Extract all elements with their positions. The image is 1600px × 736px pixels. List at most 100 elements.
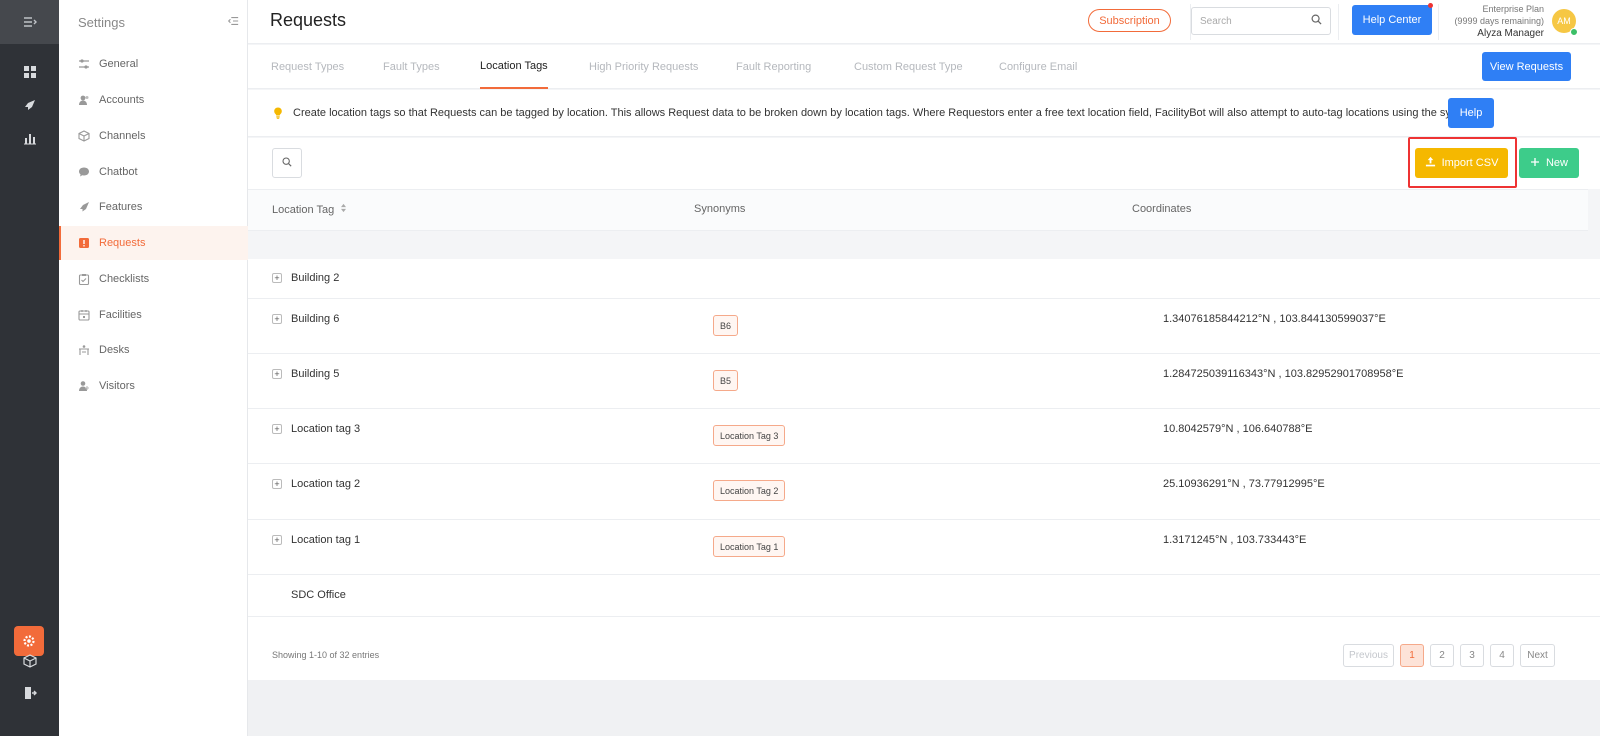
coordinates-value: 10.8042579°N , 106.640788°E (1163, 423, 1313, 435)
pagination-previous[interactable]: Previous (1343, 644, 1394, 667)
rocket-icon (78, 201, 90, 213)
sidebar-item-facilities[interactable]: Facilities (59, 298, 248, 332)
sidebar-title: Settings (78, 14, 125, 30)
import-csv-label: Import CSV (1441, 157, 1499, 169)
pagination-page-3[interactable]: 3 (1460, 644, 1484, 667)
sidebar-item-label: Requests (99, 237, 146, 249)
sidebar-item-requests[interactable]: Requests (59, 226, 248, 260)
pagination-page-1[interactable]: 1 (1400, 644, 1424, 667)
tab-request-types[interactable]: Request Types (271, 45, 344, 89)
settings-gear-icon[interactable] (14, 626, 44, 656)
dashboard-icon[interactable] (0, 64, 59, 80)
online-status-dot (1570, 28, 1578, 36)
sidebar-item-channels[interactable]: Channels (59, 119, 248, 153)
cube-icon[interactable] (0, 653, 59, 669)
pagination-next[interactable]: Next (1520, 644, 1555, 667)
subscription-button[interactable]: Subscription (1088, 9, 1171, 32)
plan-name: Enterprise Plan (1482, 4, 1544, 14)
column-header-label: Location Tag (272, 203, 335, 216)
alert-box-icon (78, 237, 90, 249)
sliders-icon (78, 58, 90, 70)
sidebar-item-label: Desks (99, 344, 130, 356)
location-tag-name: Building 2 (291, 272, 340, 284)
expand-row-icon[interactable]: + (272, 535, 282, 545)
settings-tabs: Request Types Fault Types Location Tags … (248, 45, 1600, 89)
location-tag-name: Location tag 1 (291, 534, 361, 546)
sidebar-item-visitors[interactable]: Visitors (59, 369, 248, 403)
location-tag-name: Building 6 (291, 313, 340, 325)
search-icon (282, 156, 292, 170)
clipboard-icon (78, 273, 90, 285)
table-row[interactable]: + Building 2 (248, 259, 1600, 299)
sidebar-item-checklists[interactable]: Checklists (59, 262, 248, 296)
sort-icon[interactable] (340, 203, 347, 216)
column-header-coordinates: Coordinates (1132, 203, 1192, 215)
sidebar-item-label: Visitors (99, 380, 135, 392)
expand-row-icon[interactable]: + (272, 369, 282, 379)
logout-icon[interactable] (0, 685, 59, 701)
table-row[interactable]: + Location tag 2 Location Tag 2 25.10936… (248, 464, 1600, 520)
table-row[interactable]: + Building 5 B5 1.284725039116343°N , 10… (248, 354, 1600, 409)
expand-row-icon[interactable]: + (272, 273, 282, 283)
collapse-sidebar-icon[interactable] (227, 14, 239, 30)
location-tag-name: Location tag 2 (291, 478, 361, 490)
sidebar-item-features[interactable]: Features (59, 190, 248, 224)
requests-rocket-icon[interactable] (0, 97, 59, 113)
sidebar-item-general[interactable]: General (59, 47, 248, 81)
plan-remaining: (9999 days remaining) (1454, 16, 1544, 26)
synonym-tag: Location Tag 3 (713, 425, 786, 446)
table-row[interactable]: + Location tag 3 Location Tag 3 10.80425… (248, 409, 1600, 464)
search-placeholder: Search (1200, 15, 1232, 27)
tab-high-priority-requests[interactable]: High Priority Requests (589, 45, 698, 89)
column-header-synonyms: Synonyms (694, 203, 746, 215)
sidebar-item-label: Channels (99, 130, 146, 142)
search-input[interactable]: Search (1191, 7, 1331, 35)
new-button[interactable]: New (1519, 148, 1579, 178)
synonym-tag: B5 (713, 370, 739, 391)
table-header: Location Tag Synonyms Coordinates (248, 189, 1588, 231)
app-rail (0, 0, 59, 736)
expand-row-icon[interactable]: + (272, 479, 282, 489)
top-header: Requests Subscription Search Help Center… (248, 0, 1600, 44)
column-header-location-tag[interactable]: Location Tag (272, 203, 347, 216)
synonym-tag: Location Tag 2 (713, 480, 786, 501)
tab-fault-types[interactable]: Fault Types (383, 45, 440, 89)
table-row[interactable]: + Location tag 1 Location Tag 1 1.317124… (248, 520, 1600, 575)
table-row[interactable]: SDC Office (248, 575, 1600, 617)
plus-icon (1530, 157, 1540, 170)
sidebar-header: Settings (59, 0, 247, 44)
location-tag-name: Location tag 3 (291, 423, 361, 435)
sidebar-item-desks[interactable]: Desks (59, 333, 248, 367)
visitor-icon (78, 380, 90, 392)
sidebar-item-accounts[interactable]: Accounts (59, 83, 248, 117)
desk-icon (78, 344, 90, 356)
table-row[interactable]: + Building 6 B6 1.34076185844212°N , 103… (248, 299, 1600, 354)
tab-custom-request-type[interactable]: Custom Request Type (854, 45, 963, 89)
expand-row-icon[interactable]: + (272, 314, 282, 324)
expand-row-icon[interactable]: + (272, 424, 282, 434)
table-spacer (248, 231, 1600, 259)
page-title: Requests (270, 10, 347, 30)
help-center-button[interactable]: Help Center (1352, 5, 1432, 35)
sidebar-item-label: Checklists (99, 273, 150, 285)
tab-location-tags[interactable]: Location Tags (480, 45, 548, 89)
coordinates-value: 1.284725039116343°N , 103.82952901708958… (1163, 368, 1404, 380)
expand-menu-icon[interactable] (0, 0, 59, 44)
view-requests-button[interactable]: View Requests (1482, 52, 1571, 81)
info-banner: Create location tags so that Requests ca… (248, 90, 1600, 137)
tab-fault-reporting[interactable]: Fault Reporting (736, 45, 811, 89)
coordinates-value: 1.3171245°N , 103.733443°E (1163, 534, 1307, 546)
analytics-icon[interactable] (0, 130, 59, 146)
sidebar-item-chatbot[interactable]: Chatbot (59, 155, 248, 189)
coordinates-value: 1.34076185844212°N , 103.844130599037°E (1163, 313, 1386, 325)
location-tag-name: SDC Office (291, 589, 346, 601)
entries-count: Showing 1-10 of 32 entries (272, 650, 380, 660)
user-name: Alyza Manager (1477, 28, 1544, 39)
table-search-button[interactable] (272, 148, 302, 178)
calendar-icon (78, 309, 90, 321)
import-csv-button[interactable]: Import CSV (1415, 148, 1508, 178)
tab-configure-email[interactable]: Configure Email (999, 45, 1077, 89)
pagination-page-4[interactable]: 4 (1490, 644, 1514, 667)
help-button[interactable]: Help (1448, 98, 1494, 128)
pagination-page-2[interactable]: 2 (1430, 644, 1454, 667)
